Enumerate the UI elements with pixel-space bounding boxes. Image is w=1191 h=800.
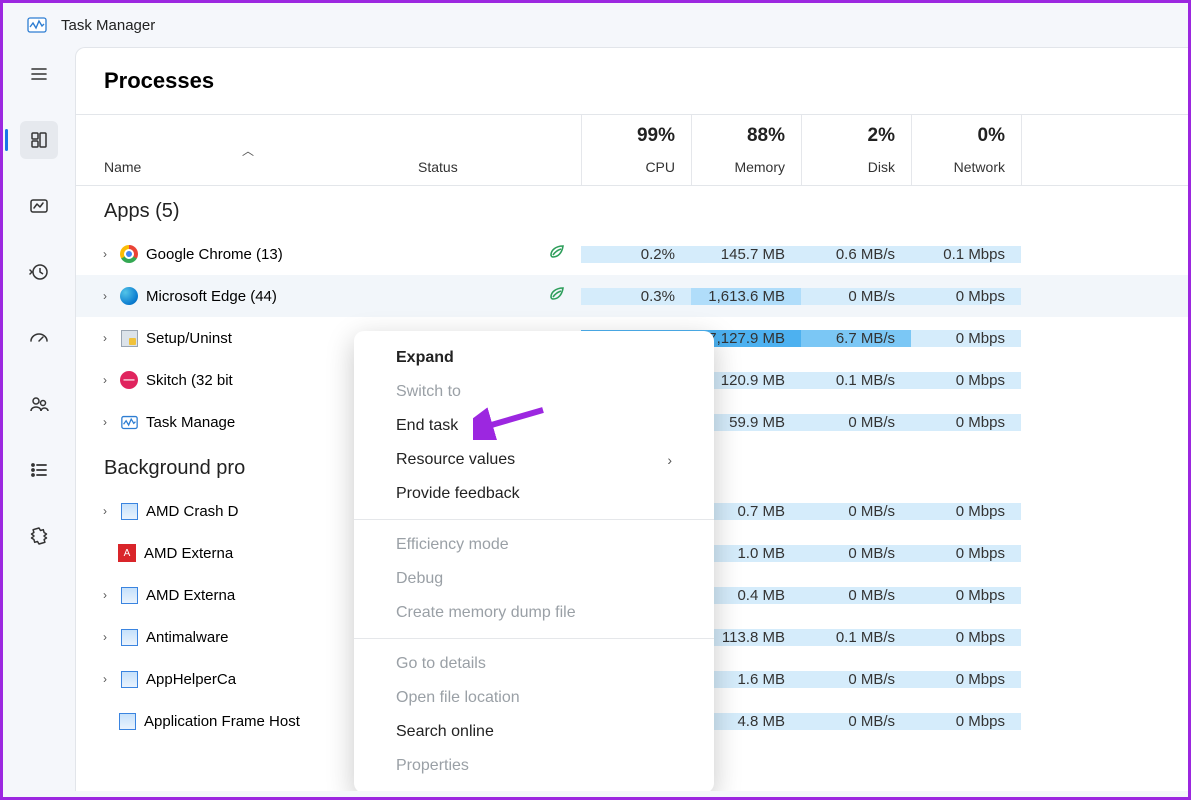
context-menu-end-task[interactable]: End task bbox=[354, 409, 714, 443]
generic-app-icon bbox=[120, 670, 138, 688]
generic-app-icon bbox=[118, 712, 136, 730]
column-header-status[interactable]: Status bbox=[406, 115, 581, 185]
expand-chevron-icon[interactable]: › bbox=[98, 331, 112, 345]
context-menu-efficiency-mode: Efficiency mode bbox=[354, 528, 714, 562]
context-menu-separator bbox=[354, 519, 714, 520]
generic-app-icon bbox=[120, 586, 138, 604]
context-menu-debug: Debug bbox=[354, 562, 714, 596]
window-title: Task Manager bbox=[61, 17, 155, 34]
efficiency-leaf-icon bbox=[547, 284, 567, 308]
process-name: Task Manage bbox=[146, 414, 235, 431]
chevron-right-icon: › bbox=[667, 452, 672, 468]
page-heading: Processes bbox=[76, 48, 1188, 114]
process-name: AMD Externa bbox=[146, 587, 235, 604]
process-name: AMD Crash D bbox=[146, 503, 239, 520]
table-header: ︿ Name Status 99% CPU 88% Memory 2% Disk bbox=[76, 114, 1188, 186]
chrome-icon bbox=[120, 245, 138, 263]
nav-services[interactable] bbox=[20, 517, 58, 555]
table-row[interactable]: ›Google Chrome (13) 0.2% 145.7 MB 0.6 MB… bbox=[76, 233, 1188, 275]
expand-chevron-icon[interactable]: › bbox=[98, 672, 112, 686]
process-name: Skitch (32 bit bbox=[146, 372, 233, 389]
nav-startup[interactable] bbox=[20, 319, 58, 357]
group-apps-header[interactable]: Apps (5) bbox=[76, 186, 1188, 233]
sidebar bbox=[3, 47, 75, 791]
nav-performance[interactable] bbox=[20, 187, 58, 225]
expand-chevron-icon[interactable]: › bbox=[98, 588, 112, 602]
generic-app-icon bbox=[120, 628, 138, 646]
context-menu-provide-feedback[interactable]: Provide feedback bbox=[354, 477, 714, 511]
efficiency-leaf-icon bbox=[547, 242, 567, 266]
context-menu-properties: Properties bbox=[354, 749, 714, 783]
expand-chevron-icon[interactable]: › bbox=[98, 630, 112, 644]
nav-app-history[interactable] bbox=[20, 253, 58, 291]
column-header-cpu[interactable]: 99% CPU bbox=[581, 115, 691, 185]
context-menu-go-to-details: Go to details bbox=[354, 647, 714, 681]
column-header-name[interactable]: ︿ Name bbox=[76, 115, 406, 185]
expand-chevron-icon[interactable]: › bbox=[98, 504, 112, 518]
context-menu-open-file-location: Open file location bbox=[354, 681, 714, 715]
context-menu-expand[interactable]: Expand bbox=[354, 341, 714, 375]
expand-chevron-icon[interactable]: › bbox=[98, 373, 112, 387]
hamburger-menu-button[interactable] bbox=[20, 55, 58, 93]
process-name: AMD Externa bbox=[144, 545, 233, 562]
table-row-selected[interactable]: ›Microsoft Edge (44) 0.3% 1,613.6 MB 0 M… bbox=[76, 275, 1188, 317]
skitch-icon: — bbox=[120, 371, 138, 389]
column-name-label: Name bbox=[104, 159, 392, 175]
generic-app-icon bbox=[120, 502, 138, 520]
title-bar: Task Manager bbox=[3, 3, 1188, 47]
context-menu: Expand Switch to End task Resource value… bbox=[354, 331, 714, 791]
process-name: Setup/Uninst bbox=[146, 330, 232, 347]
context-menu-separator bbox=[354, 638, 714, 639]
process-name: Antimalware bbox=[146, 629, 229, 646]
process-name: Microsoft Edge (44) bbox=[146, 288, 277, 305]
column-header-memory[interactable]: 88% Memory bbox=[691, 115, 801, 185]
context-menu-search-online[interactable]: Search online bbox=[354, 715, 714, 749]
nav-users[interactable] bbox=[20, 385, 58, 423]
column-header-disk[interactable]: 2% Disk bbox=[801, 115, 911, 185]
context-menu-switch-to: Switch to bbox=[354, 375, 714, 409]
nav-processes[interactable] bbox=[20, 121, 58, 159]
sort-indicator-icon: ︿ bbox=[104, 142, 392, 159]
process-name: AppHelperCa bbox=[146, 671, 236, 688]
expand-chevron-icon[interactable]: › bbox=[98, 415, 112, 429]
process-name: Application Frame Host bbox=[144, 713, 300, 730]
main-panel: Processes ︿ Name Status 99% CPU 88% Memo… bbox=[75, 47, 1188, 791]
column-header-network[interactable]: 0% Network bbox=[911, 115, 1021, 185]
amd-icon: A bbox=[118, 544, 136, 562]
expand-chevron-icon[interactable]: › bbox=[98, 247, 112, 261]
nav-details[interactable] bbox=[20, 451, 58, 489]
expand-chevron-icon[interactable]: › bbox=[98, 289, 112, 303]
process-name: Google Chrome (13) bbox=[146, 246, 283, 263]
context-menu-create-dump: Create memory dump file bbox=[354, 596, 714, 630]
app-icon bbox=[27, 15, 47, 35]
edge-icon bbox=[120, 287, 138, 305]
context-menu-resource-values[interactable]: Resource values› bbox=[354, 443, 714, 477]
installer-icon bbox=[120, 329, 138, 347]
task-manager-icon bbox=[120, 413, 138, 431]
